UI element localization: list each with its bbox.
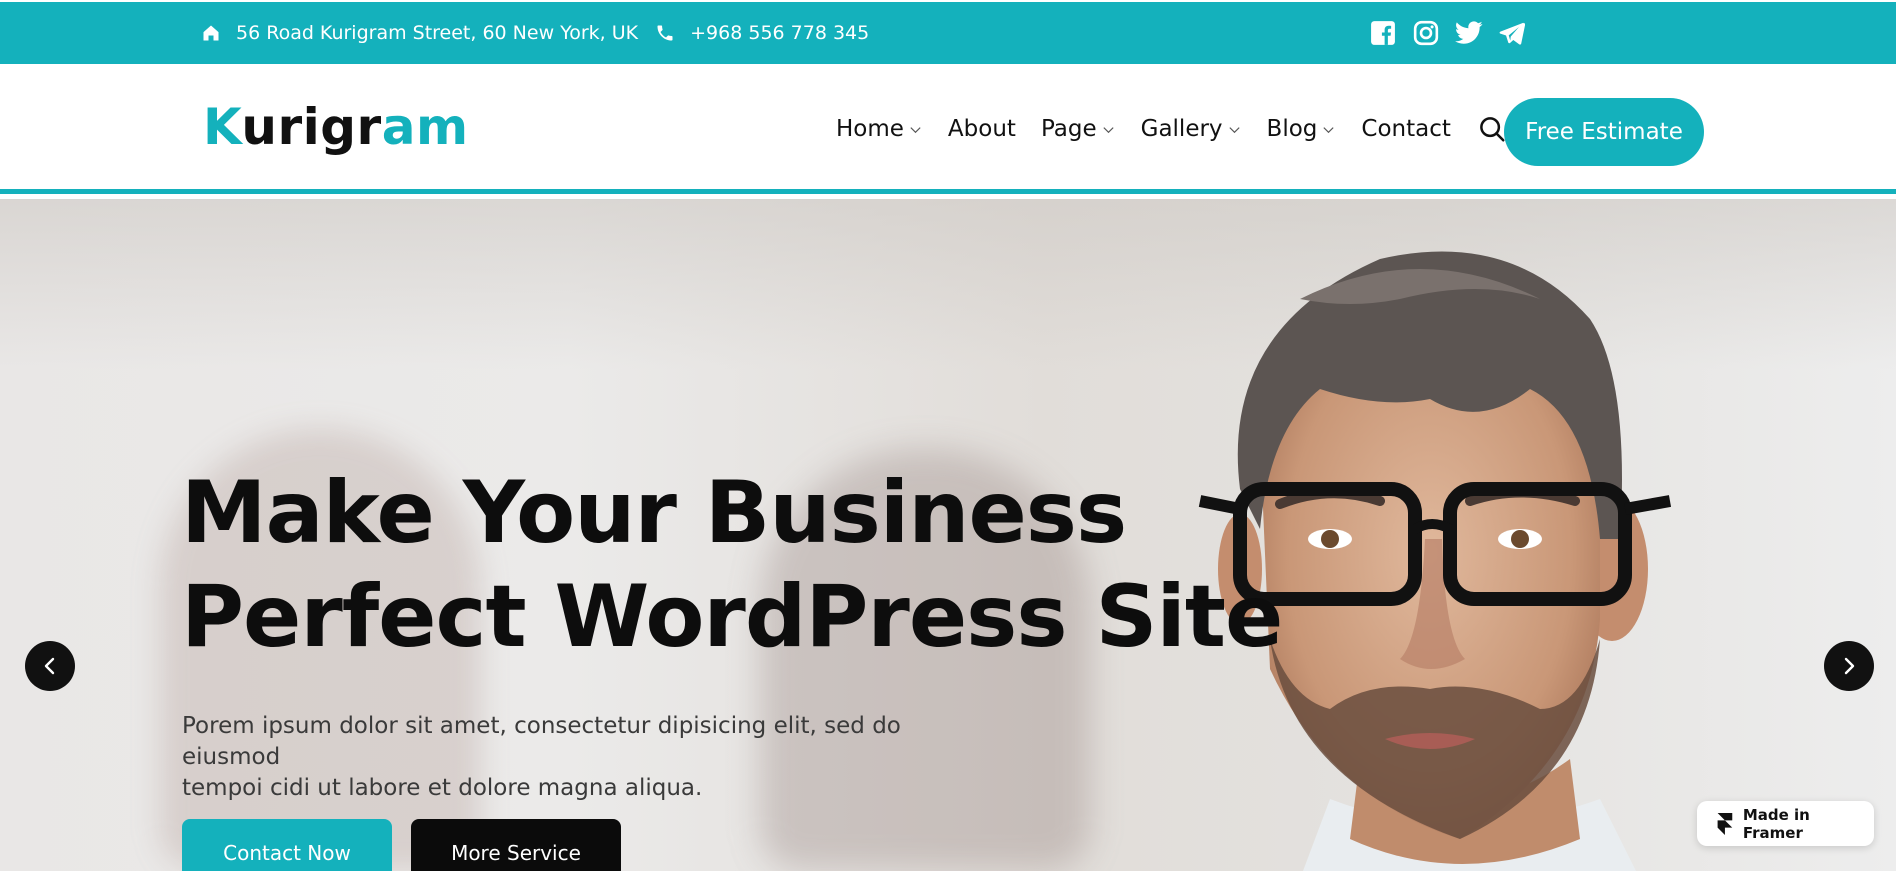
nav-label: Gallery xyxy=(1140,116,1223,142)
logo-text-middle: urigr xyxy=(241,98,382,156)
hero-subtext: Porem ipsum dolor sit amet, consectetur … xyxy=(182,711,1002,804)
chevron-right-icon xyxy=(1844,657,1855,675)
made-in-framer-badge[interactable]: Made in Framer xyxy=(1697,801,1874,846)
nav-label: Blog xyxy=(1266,116,1318,142)
chevron-down-icon xyxy=(1228,126,1240,133)
badge-label: Made in Framer xyxy=(1742,805,1810,842)
contact-info: 56 Road Kurigram Street, 60 New York, UK… xyxy=(200,2,885,64)
address-text: 56 Road Kurigram Street, 60 New York, UK xyxy=(236,22,639,44)
more-service-button[interactable]: More Service xyxy=(411,819,621,871)
nav-item-page[interactable]: Page xyxy=(1041,116,1116,142)
hero-headline-line2: Perfect WordPress Site xyxy=(181,567,1283,667)
twitter-icon[interactable] xyxy=(1455,19,1483,47)
framer-logo-icon xyxy=(1717,812,1733,835)
nav-label: Page xyxy=(1040,116,1097,142)
nav-label: About xyxy=(947,116,1016,142)
site-logo[interactable]: Kurigram xyxy=(203,98,469,156)
nav-label: Home xyxy=(836,116,904,142)
hero-headline-line1: Make Your Business xyxy=(181,463,1127,563)
phone-text[interactable]: +968 556 778 345 xyxy=(690,22,869,44)
main-header: Kurigram Home About Page Gallery Blog Co… xyxy=(0,64,1896,194)
facebook-icon[interactable] xyxy=(1369,19,1397,47)
main-nav: Home About Page Gallery Blog Contact xyxy=(836,64,1541,194)
hero-section: Make Your Business Perfect WordPress Sit… xyxy=(0,199,1896,871)
telegram-icon[interactable] xyxy=(1498,19,1526,47)
contact-now-button[interactable]: Contact Now xyxy=(182,819,392,871)
hero-subtext-line1: Porem ipsum dolor sit amet, consectetur … xyxy=(182,713,901,770)
logo-text-end: am xyxy=(381,98,469,156)
free-estimate-button[interactable]: Free Estimate xyxy=(1504,98,1704,166)
top-info-bar: 56 Road Kurigram Street, 60 New York, UK… xyxy=(0,2,1896,64)
hero-subtext-line2: tempoi cidi ut labore et dolore magna al… xyxy=(182,775,703,801)
phone-icon xyxy=(654,22,676,44)
chevron-down-icon xyxy=(1103,126,1114,133)
social-links xyxy=(1354,2,1526,64)
chevron-down-icon xyxy=(910,126,921,133)
chevron-down-icon xyxy=(1323,126,1335,133)
chevron-left-icon xyxy=(44,657,55,675)
search-icon[interactable] xyxy=(1477,114,1507,144)
nav-item-blog[interactable]: Blog xyxy=(1267,116,1337,142)
hero-headline: Make Your Business Perfect WordPress Sit… xyxy=(181,461,1283,669)
slider-next-button[interactable] xyxy=(1824,641,1874,691)
slider-prev-button[interactable] xyxy=(25,641,75,691)
nav-item-home[interactable]: Home xyxy=(836,116,923,142)
nav-item-gallery[interactable]: Gallery xyxy=(1141,116,1242,142)
logo-letter-k: K xyxy=(203,98,242,156)
nav-item-about[interactable]: About xyxy=(948,116,1016,142)
nav-item-contact[interactable]: Contact xyxy=(1361,116,1450,142)
home-icon xyxy=(200,22,222,44)
instagram-icon[interactable] xyxy=(1412,19,1440,47)
nav-label: Contact xyxy=(1361,116,1451,142)
